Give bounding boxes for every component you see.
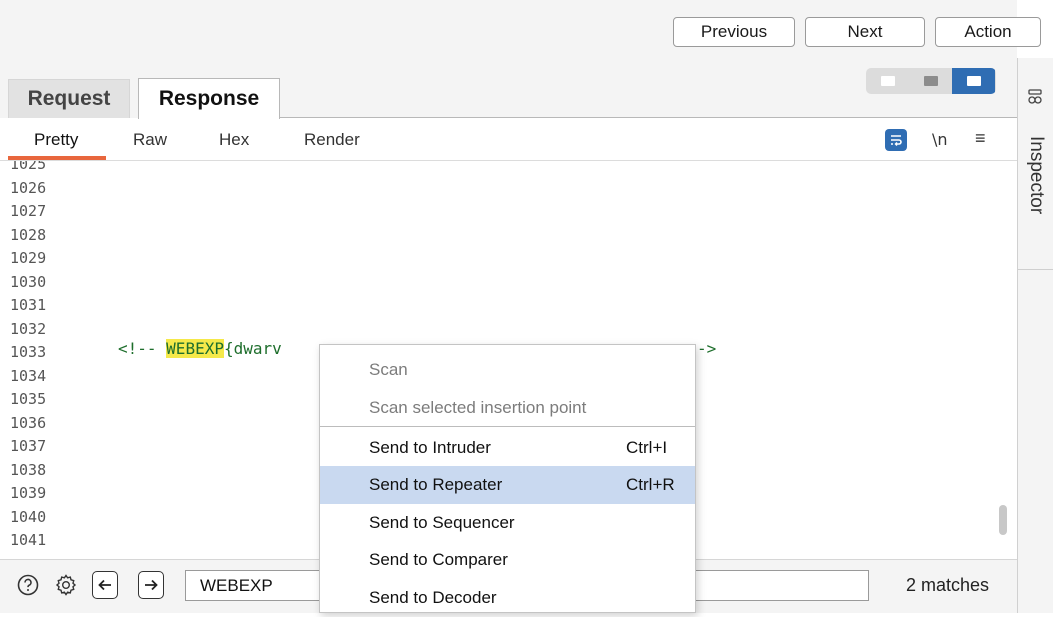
tab-divider: [280, 117, 1017, 118]
arrow-right-icon: [145, 579, 158, 591]
layout-tabs-icon: [966, 76, 981, 86]
action-button[interactable]: Action: [935, 17, 1041, 47]
context-menu: Scan Scan selected insertion point Send …: [319, 344, 696, 613]
hamburger-menu-icon[interactable]: ≡: [975, 128, 986, 149]
code-line-1033: <!-- WEBEXP{dwarv: [118, 339, 282, 358]
show-newlines-toggle[interactable]: \n: [932, 130, 948, 149]
line-number: 1034: [10, 366, 47, 385]
subtab-raw[interactable]: Raw: [133, 119, 167, 161]
layout-top-bottom-icon: [923, 76, 938, 86]
subtab-hex[interactable]: Hex: [219, 119, 249, 161]
menu-item-label: Send to Sequencer: [369, 513, 515, 532]
menu-item-label: Send to Intruder: [369, 438, 491, 457]
menu-item-send-to-comparer[interactable]: Send to Comparer: [320, 541, 695, 579]
search-highlight: WEBEXP: [166, 339, 224, 358]
menu-item-label: Scan selected insertion point: [369, 398, 587, 417]
line-number: 1027: [10, 202, 47, 220]
layout-side-by-side-icon: [880, 76, 895, 86]
inspector-panel-icon[interactable]: [1026, 88, 1044, 106]
arrow-left-icon: [98, 579, 111, 591]
menu-item-scan[interactable]: Scan: [320, 351, 695, 389]
next-match-button[interactable]: [138, 571, 164, 599]
help-icon[interactable]: [16, 573, 40, 597]
top-toolbar: Previous Next Action: [0, 0, 1041, 58]
view-subtabs: Pretty Raw Hex Render \n ≡: [0, 119, 1017, 161]
menu-item-send-to-decoder[interactable]: Send to Decoder: [320, 579, 695, 617]
line-number: 1030: [10, 272, 47, 291]
inspector-tab[interactable]: Inspector: [1019, 136, 1053, 286]
line-number: 1035: [10, 390, 47, 408]
line-number: 1040: [10, 507, 47, 526]
line-number: 1041: [10, 531, 47, 549]
menu-item-shortcut: Ctrl+R: [626, 475, 675, 494]
tab-request[interactable]: Request: [8, 79, 130, 118]
menu-item-send-to-sequencer[interactable]: Send to Sequencer: [320, 504, 695, 542]
line-number: 1028: [10, 225, 47, 244]
layout-toggle: [866, 68, 996, 94]
line-number: 1036: [10, 413, 47, 432]
inspector-label: Inspector: [1026, 136, 1047, 215]
line-number: 1037: [10, 437, 47, 455]
word-wrap-icon[interactable]: [885, 129, 907, 151]
layout-tabs-button[interactable]: [952, 68, 995, 94]
code-text: {dwarv: [223, 339, 282, 358]
layout-side-by-side-button[interactable]: [866, 68, 909, 94]
line-number-gutter: 1025 1026 1027 1028 1029 1030 1031 1032 1033 1034…: [10, 161, 70, 553]
line-number: 1039: [10, 484, 47, 502]
menu-item-label: Scan: [369, 360, 408, 379]
editor-scrollbar-thumb[interactable]: [999, 505, 1007, 535]
menu-item-send-to-intruder[interactable]: Send to Intruder Ctrl+I: [320, 429, 695, 467]
message-tabs: Request Response: [0, 58, 1017, 119]
code-comment-suffix: ->: [697, 339, 717, 358]
layout-top-bottom-button[interactable]: [909, 68, 952, 94]
next-button[interactable]: Next: [805, 17, 925, 47]
line-number: 1038: [10, 460, 47, 479]
active-subtab-indicator: [8, 156, 106, 160]
menu-item-label: Send to Decoder: [369, 588, 497, 607]
line-number: 1026: [10, 178, 47, 197]
menu-item-label: Send to Repeater: [369, 475, 503, 494]
code-comment-prefix: <!--: [118, 339, 167, 358]
line-number: 1031: [10, 296, 47, 314]
line-number: 1033: [10, 343, 47, 361]
subtab-render[interactable]: Render: [304, 119, 360, 161]
line-number: 1025: [10, 161, 47, 173]
previous-button[interactable]: Previous: [673, 17, 795, 47]
settings-gear-icon[interactable]: [54, 573, 78, 597]
previous-match-button[interactable]: [92, 571, 118, 599]
subtab-pretty[interactable]: Pretty: [34, 119, 78, 161]
menu-separator: [320, 426, 695, 427]
line-number: 1029: [10, 249, 47, 267]
line-number: 1032: [10, 319, 47, 338]
match-count: 2 matches: [906, 575, 990, 595]
tab-response[interactable]: Response: [138, 78, 280, 119]
inspector-divider: [1018, 269, 1053, 270]
menu-item-label: Send to Comparer: [369, 550, 508, 569]
menu-item-scan-selected-insertion-point[interactable]: Scan selected insertion point: [320, 389, 695, 427]
menu-item-send-to-repeater[interactable]: Send to Repeater Ctrl+R: [320, 466, 695, 504]
inspector-panel: Inspector: [1017, 58, 1053, 613]
menu-item-shortcut: Ctrl+I: [626, 438, 668, 457]
